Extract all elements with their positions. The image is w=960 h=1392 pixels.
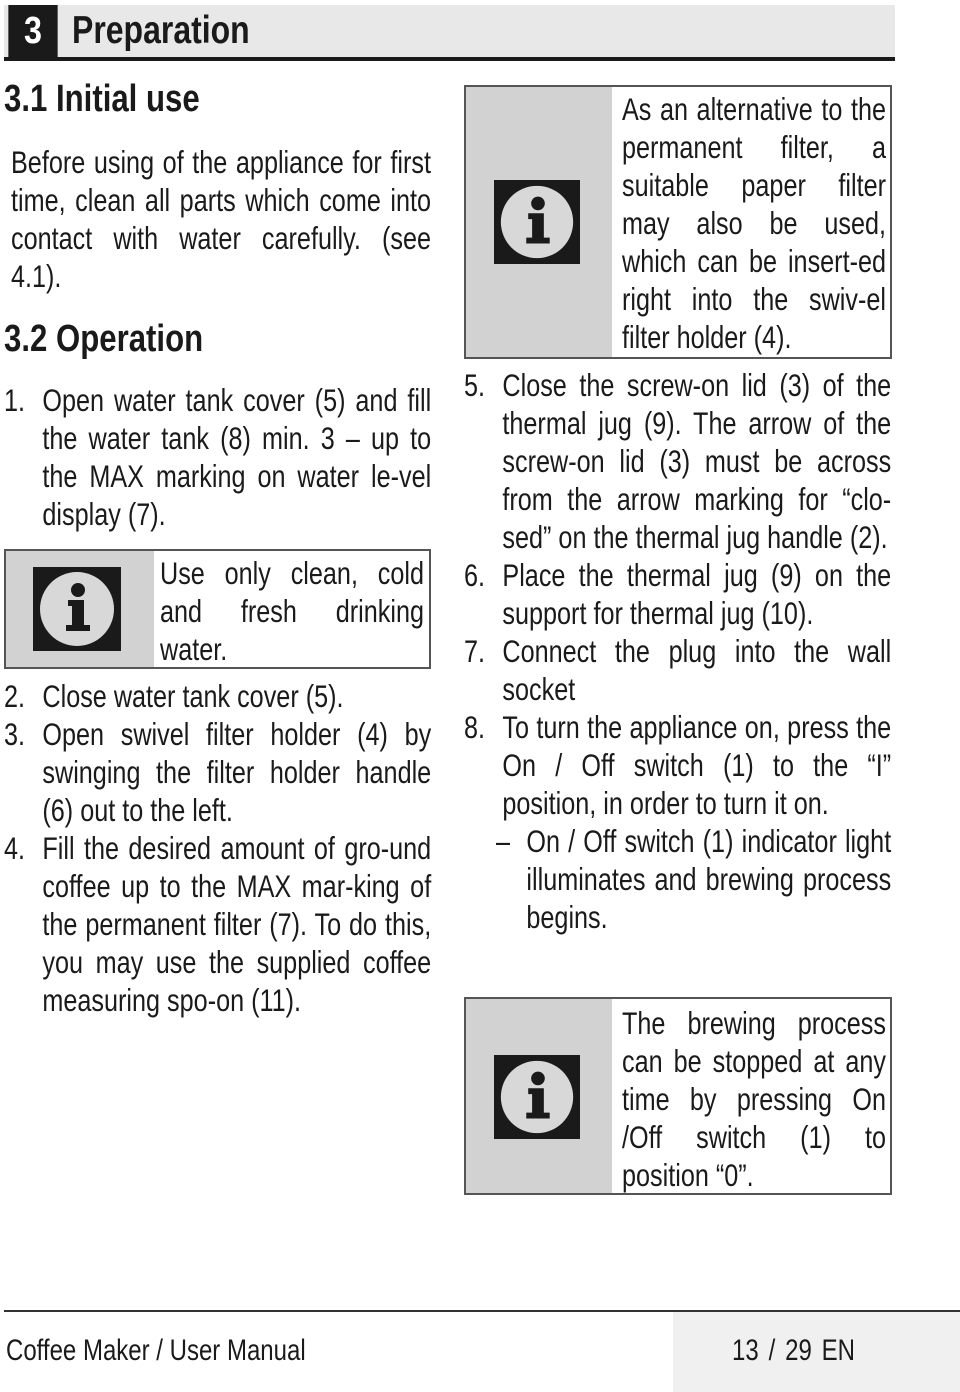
info-icon xyxy=(494,1055,580,1139)
steps-left-2: 2. Close water tank cover (5). 3. Open s… xyxy=(4,677,431,1019)
step-number: 7. xyxy=(464,633,486,669)
step-text: To turn the appliance on, press the On /… xyxy=(502,709,892,821)
step-text: Open swivel filter holder (4) by swingin… xyxy=(42,716,432,828)
step-item: 7. Connect the plug into the wall socket xyxy=(464,632,891,708)
step-item: 4. Fill the desired amount of gro-und co… xyxy=(4,829,431,1019)
step-text: Fill the desired amount of gro-und coffe… xyxy=(42,830,432,1018)
steps-right: 5. Close the screw-on lid (3) of the the… xyxy=(464,366,891,936)
footer-page-info: 13 / 29 EN xyxy=(732,1334,855,1368)
info-note-stop-brewing: The brewing process can be stopped at an… xyxy=(464,997,892,1195)
initial-use-paragraph: Before using of the appliance for first … xyxy=(11,144,431,294)
info-icon xyxy=(494,180,580,264)
language-code: EN xyxy=(821,1334,856,1367)
step-text: Place the thermal jug (9) on the support… xyxy=(502,557,892,631)
section-heading-initial-use: 3.1 Initial use xyxy=(4,78,200,120)
info-icon xyxy=(33,567,121,651)
chapter-header: 3 Preparation xyxy=(4,5,895,61)
chapter-title: Preparation xyxy=(72,9,250,52)
step-text: Connect the plug into the wall socket xyxy=(502,633,892,707)
step-item: 3. Open swivel filter holder (4) by swin… xyxy=(4,715,431,829)
note-text: Use only clean, cold and fresh drinking … xyxy=(160,555,424,667)
step-item: 1. Open water tank cover (5) and fill th… xyxy=(4,381,431,533)
step-number: 3. xyxy=(4,716,26,752)
section-heading-operation: 3.2 Operation xyxy=(4,318,204,360)
step-number: 5. xyxy=(464,367,486,403)
step-number: 1. xyxy=(4,382,26,418)
footer-document-title: Coffee Maker / User Manual xyxy=(6,1334,306,1367)
step-text: Close water tank cover (5). xyxy=(42,678,344,714)
step-text: Close the screw-on lid (3) of the therma… xyxy=(502,367,892,555)
page-number: 13 / 29 xyxy=(732,1334,812,1367)
info-note-water: Use only clean, cold and fresh drinking … xyxy=(4,549,431,669)
chapter-number: 3 xyxy=(8,5,58,57)
step-item: 5. Close the screw-on lid (3) of the the… xyxy=(464,366,891,556)
step-number: 4. xyxy=(4,830,26,866)
step-text: Open water tank cover (5) and fill the w… xyxy=(42,382,432,532)
sub-step: – On / Off switch (1) indicator light il… xyxy=(464,822,891,936)
step-item: 6. Place the thermal jug (9) on the supp… xyxy=(464,556,891,632)
step-number: 2. xyxy=(4,678,26,714)
step-item: 8. To turn the appliance on, press the O… xyxy=(464,708,891,822)
step-number: 6. xyxy=(464,557,486,593)
step-number: 8. xyxy=(464,709,486,745)
note-text: As an alternative to the permanent filte… xyxy=(622,91,886,355)
step-item: 2. Close water tank cover (5). xyxy=(4,677,431,715)
sub-step-bullet: – xyxy=(496,823,511,859)
note-text: The brewing process can be stopped at an… xyxy=(622,1005,886,1193)
info-note-paper-filter: As an alternative to the permanent filte… xyxy=(464,85,892,359)
steps-left-1: 1. Open water tank cover (5) and fill th… xyxy=(4,381,431,533)
sub-step-text: On / Off switch (1) indicator light illu… xyxy=(526,823,892,935)
